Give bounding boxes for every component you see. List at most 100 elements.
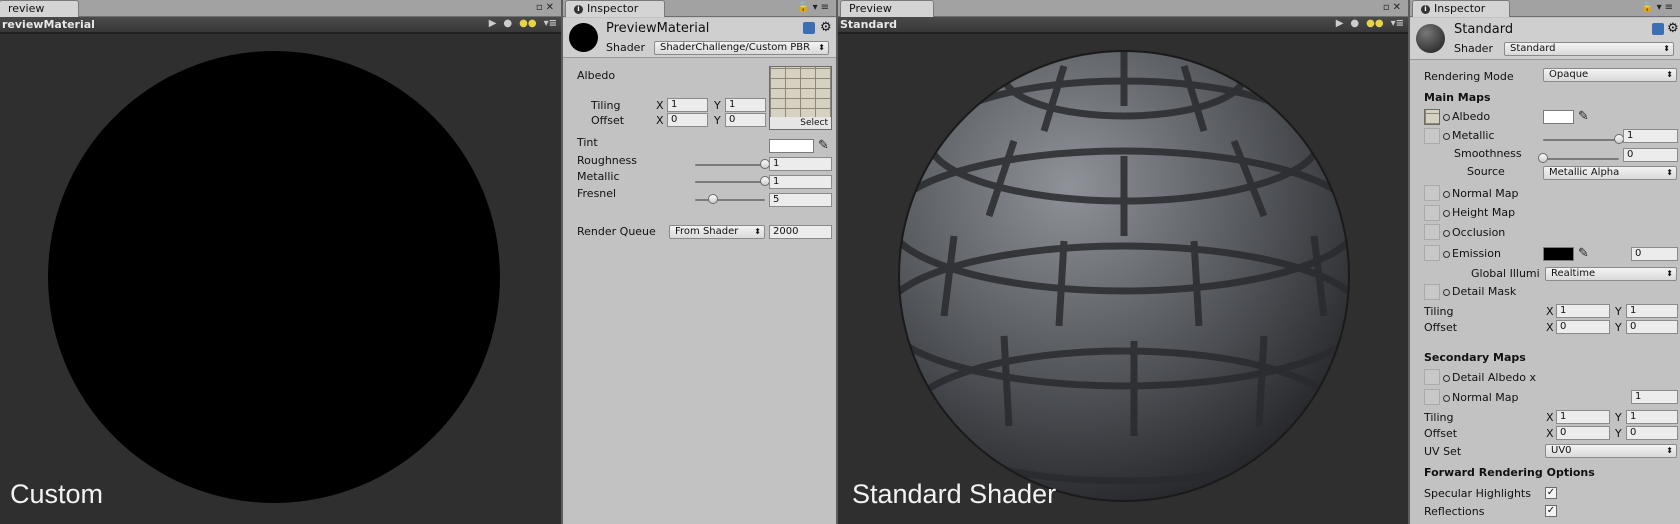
shader-dropdown[interactable]: Standard (1504, 42, 1674, 56)
metallic-slider-track[interactable] (1543, 139, 1619, 141)
metallic-field[interactable]: 1 (1623, 129, 1678, 143)
metallic-field[interactable]: 1 (769, 175, 832, 189)
sphere-icon[interactable]: ● (1350, 18, 1359, 29)
tint-color-swatch[interactable] (769, 139, 814, 153)
help-icon[interactable] (1652, 23, 1664, 35)
occlusion-slot[interactable] (1424, 224, 1440, 240)
lock-icon[interactable]: 🔒▾≡ (797, 2, 832, 13)
offset-x-field[interactable]: 0 (667, 113, 708, 127)
height-map-slot[interactable] (1424, 205, 1440, 221)
fresnel-slider-track[interactable] (695, 199, 765, 201)
y-label: Y (1615, 427, 1622, 440)
detail-mask-slot[interactable] (1424, 284, 1440, 300)
tab-menu-icon[interactable]: ▫✕ (1383, 2, 1404, 13)
roughness-field[interactable]: 1 (769, 157, 832, 171)
tab-menu-icon[interactable]: ▫✕ (536, 2, 557, 13)
map-dot-icon (1443, 375, 1450, 382)
offset2-x-field[interactable]: 0 (1556, 426, 1610, 440)
offset-x-field[interactable]: 0 (1556, 320, 1610, 334)
preview-title: reviewMaterial (2, 18, 95, 31)
render-queue-field[interactable]: 2000 (769, 225, 832, 239)
menu-icon[interactable]: ▾≡ (1391, 18, 1404, 29)
smoothness-field[interactable]: 0 (1623, 148, 1678, 162)
roughness-label: Roughness (577, 154, 638, 167)
secondary-maps-header: Secondary Maps (1424, 351, 1526, 364)
tab-inspector[interactable]: i Inspector (1412, 0, 1510, 17)
tiling-y-field[interactable]: 1 (1626, 304, 1678, 318)
smoothness-slider-track[interactable] (1543, 158, 1619, 160)
x-label: X (1546, 321, 1554, 334)
fresnel-field[interactable]: 5 (769, 193, 832, 207)
tab-label: Inspector (587, 2, 639, 15)
offset2-label: Offset (1424, 427, 1458, 440)
y-label: Y (1615, 305, 1622, 318)
tiling-x-field[interactable]: 1 (1556, 304, 1610, 318)
detail-albedo-slot[interactable] (1424, 369, 1440, 385)
tab-label: review (8, 2, 45, 15)
roughness-slider-track[interactable] (695, 164, 765, 166)
caption-standard: Standard Shader (852, 479, 1057, 509)
rendering-mode-label: Rendering Mode (1424, 70, 1514, 83)
render-queue-dropdown[interactable]: From Shader (669, 225, 765, 239)
menu-icon[interactable]: ▾≡ (544, 18, 557, 29)
specular-highlights-checkbox[interactable]: ✓ (1545, 487, 1557, 499)
emission-field[interactable]: 0 (1631, 247, 1678, 261)
shader-label: Shader (1454, 42, 1493, 55)
x-label: X (656, 114, 664, 127)
tab-preview[interactable]: review (0, 0, 79, 17)
offset-y-field[interactable]: 0 (725, 113, 766, 127)
metallic-texture-slot[interactable] (1424, 128, 1440, 144)
smoothness-slider-handle[interactable] (1538, 153, 1548, 163)
normal-map-text: Normal Map (1452, 187, 1519, 200)
play-icon[interactable]: ▶ (1336, 18, 1344, 29)
preview-viewport[interactable]: Custom (0, 34, 561, 524)
preview-panel-standard: Preview ▫✕ Standard ▶ ● ●● ▾≡ Standard S… (838, 0, 1408, 524)
tab-bar: review ▫✕ (0, 0, 561, 17)
offset-y-field[interactable]: 0 (1626, 320, 1678, 334)
reflections-checkbox[interactable]: ✓ (1545, 505, 1557, 517)
tab-bar: Preview ▫✕ (838, 0, 1408, 17)
tab-inspector[interactable]: i Inspector (565, 0, 665, 17)
tab-preview[interactable]: Preview (840, 0, 934, 17)
gear-icon[interactable]: ⚙ (820, 20, 832, 35)
tiling-y-field[interactable]: 1 (725, 98, 766, 112)
global-illum-dropdown[interactable]: Realtime (1545, 267, 1677, 281)
source-dropdown[interactable]: Metallic Alpha (1543, 166, 1677, 180)
normal-map-slot[interactable] (1424, 185, 1440, 201)
metallic-slider-track[interactable] (695, 181, 765, 183)
select-button[interactable]: Select (770, 117, 831, 129)
help-icon[interactable] (803, 22, 815, 34)
albedo-color-swatch[interactable] (1543, 110, 1574, 124)
caption-custom: Custom (10, 479, 104, 509)
normal-map2-slot[interactable] (1424, 389, 1440, 405)
preview-viewport[interactable]: Standard Shader (838, 34, 1408, 524)
tiling2-x-field[interactable]: 1 (1556, 410, 1610, 424)
eyedropper-icon[interactable]: ✎ (1578, 247, 1592, 261)
shader-dropdown[interactable]: ShaderChallenge/Custom PBR (654, 41, 829, 55)
albedo-texture-slot[interactable]: Select (769, 66, 832, 130)
occlusion-text: Occlusion (1452, 226, 1506, 239)
tiling-x-field[interactable]: 1 (667, 98, 708, 112)
emission-color-swatch[interactable] (1543, 247, 1574, 261)
fresnel-slider-handle[interactable] (707, 194, 718, 204)
tiling2-y-field[interactable]: 1 (1626, 410, 1678, 424)
gear-icon[interactable]: ⚙ (1667, 21, 1679, 36)
render-queue-label: Render Queue (577, 225, 656, 238)
eyedropper-icon[interactable]: ✎ (1578, 110, 1592, 124)
light-icon[interactable]: ●● (1366, 18, 1383, 29)
eyedropper-icon[interactable]: ✎ (818, 139, 832, 153)
normal-map2-field[interactable]: 1 (1631, 390, 1678, 404)
sphere-icon[interactable]: ● (503, 18, 512, 29)
play-icon[interactable]: ▶ (489, 18, 497, 29)
albedo-texture-slot[interactable] (1424, 109, 1440, 125)
material-name: Standard (1454, 22, 1514, 37)
preview-panel-custom: review ▫✕ reviewMaterial ▶ ● ●● ▾≡ Custo… (0, 0, 561, 524)
metallic-text: Metallic (1452, 129, 1495, 142)
lock-icon[interactable]: 🔒▾≡ (1641, 2, 1676, 13)
rendering-mode-dropdown[interactable]: Opaque (1543, 68, 1677, 82)
emission-slot[interactable] (1424, 245, 1440, 261)
offset2-y-field[interactable]: 0 (1626, 426, 1678, 440)
light-icon[interactable]: ●● (519, 18, 536, 29)
uv-set-dropdown[interactable]: UV0 (1545, 444, 1677, 458)
map-dot-icon (1443, 191, 1450, 198)
